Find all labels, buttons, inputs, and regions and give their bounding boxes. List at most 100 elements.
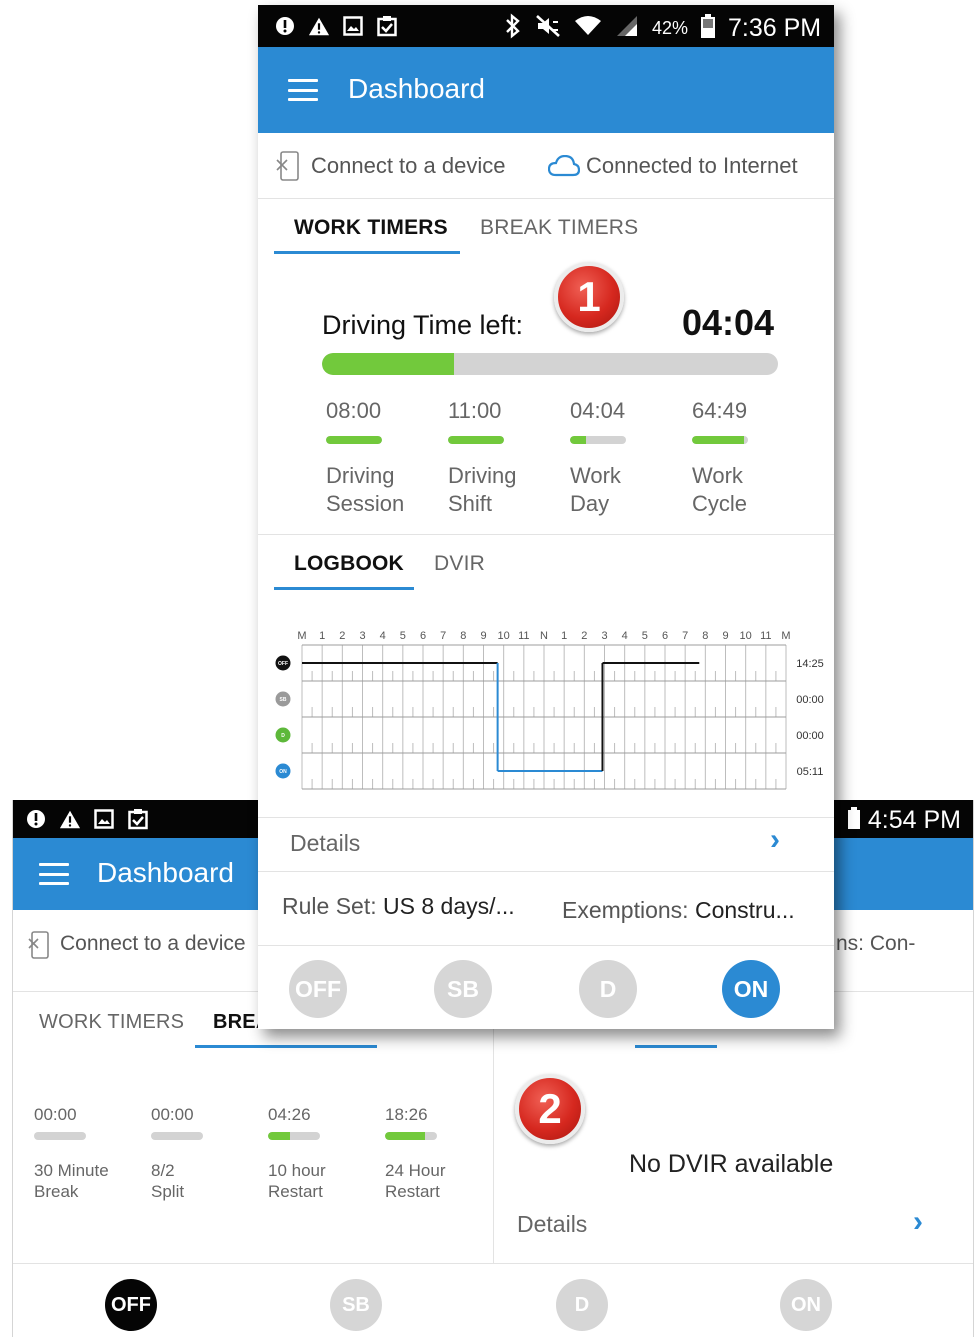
timer-label-line2: Break (34, 1182, 79, 1202)
hour-label: 9 (480, 630, 486, 642)
battery-icon (701, 14, 716, 43)
row-total: 14:25 (796, 658, 824, 670)
logbook-chart: M 1 2 3 4 5 6 7 8 9 10 11 N 1 2 3 4 5 6 7 8 9 10 11 M OFF 14:25 SB 0… (275, 630, 824, 790)
timer-progress-fill (692, 436, 745, 444)
tab-logbook[interactable]: LOGBOOK (294, 552, 404, 576)
back-app-title: Dashboard (97, 857, 234, 888)
front-dashboard-screen: 42% 7:36 PM Dashboard Connect to a devic… (258, 5, 834, 1029)
back-dvir-details-link[interactable]: Details (517, 1211, 587, 1238)
front-status-d-button[interactable]: D (579, 960, 637, 1018)
menu-icon[interactable] (288, 79, 318, 101)
timer-progress-bar (326, 436, 382, 444)
front-status-time: 7:36 PM (728, 14, 822, 42)
exemptions: Exemptions: Constru... (562, 897, 795, 924)
break-timer-2: 04:26 10 hour Restart (268, 1105, 326, 1201)
device-disconnected-icon (28, 930, 50, 965)
timer-progress-bar (570, 436, 626, 444)
hour-label: 7 (440, 630, 446, 642)
timer-progress-bar (34, 1132, 86, 1140)
hour-label: 4 (622, 630, 628, 642)
front-status-sb-button[interactable]: SB (434, 960, 492, 1018)
hour-label: 3 (601, 630, 607, 642)
divider (258, 871, 834, 872)
back-tab-underline (195, 1045, 377, 1048)
timer-label: Driving Shift (448, 462, 516, 517)
back-dvir-pane: 2 No DVIR available Details › (495, 993, 973, 1263)
front-status-off-button[interactable]: OFF (289, 960, 347, 1018)
hour-label: N (540, 630, 548, 642)
timer-progress-fill (448, 436, 504, 444)
wifi-icon (574, 15, 602, 42)
hour-label: 3 (359, 630, 365, 642)
back-status-off-button[interactable]: OFF (105, 1279, 157, 1331)
hour-label: M (781, 630, 790, 642)
mute-icon (535, 14, 561, 43)
timer-label: 30 Minute Break (34, 1160, 109, 1203)
connect-device-link[interactable]: Connect to a device (311, 153, 505, 179)
timer-label: Work Day (570, 462, 621, 517)
timer-value: 08:00 (326, 398, 382, 423)
timer-progress-fill (326, 436, 382, 444)
timer-tab-underline (274, 251, 460, 254)
hour-label: 6 (662, 630, 668, 642)
timer-progress-fill (570, 436, 587, 444)
timer-label: Driving Session (326, 462, 404, 517)
timer-progress-bar (268, 1132, 320, 1140)
image-icon (342, 15, 364, 37)
timer-progress-bar (692, 436, 748, 444)
timer-value: 00:00 (34, 1105, 77, 1124)
timer-value: 04:04 (570, 398, 626, 423)
logbook-details-link[interactable]: Details (290, 830, 360, 857)
timer-label: 10 hour Restart (268, 1160, 326, 1203)
work-timer-2: 04:04 Work Day (570, 398, 626, 516)
clipboard-icon (376, 15, 398, 37)
image-icon (93, 808, 115, 830)
hour-label: 7 (682, 630, 688, 642)
timer-label-line2: Day (570, 490, 610, 516)
composite-screenshot: 4:54 PM Dashboard Connect to a device ns… (0, 0, 976, 1337)
front-battery-percent: 42% (652, 18, 689, 38)
hour-label: 10 (498, 630, 510, 642)
work-timer-1: 11:00 Driving Shift (448, 398, 516, 516)
timer-progress-bar (448, 436, 504, 444)
work-timer-0: 08:00 Driving Session (326, 398, 404, 516)
rule-set: Rule Set: US 8 days/... (282, 893, 515, 920)
timer-value: 00:00 (151, 1105, 194, 1124)
back-connect-device-link[interactable]: Connect to a device (60, 932, 246, 956)
hour-label: 5 (400, 630, 406, 642)
hour-label: 4 (380, 630, 386, 642)
timer-label-line1: 10 hour (268, 1161, 326, 1180)
warning-icon (308, 15, 330, 37)
back-duty-status-bar: OFF SB D ON (13, 1263, 973, 1337)
hour-label: 11 (760, 630, 771, 642)
hour-label: 9 (722, 630, 728, 642)
chevron-right-icon[interactable]: › (770, 823, 780, 857)
timer-label-line1: Work (692, 463, 743, 488)
chevron-right-icon[interactable]: › (913, 1205, 923, 1239)
menu-icon[interactable] (39, 863, 69, 885)
driving-time-value: 04:04 (682, 302, 775, 343)
front-status-on-button[interactable]: ON (722, 960, 780, 1018)
status-dot-label: ON (279, 769, 287, 775)
back-tab-work-timers[interactable]: WORK TIMERS (39, 1011, 184, 1034)
back-status-d-button[interactable]: D (556, 1279, 608, 1331)
battery-icon (847, 807, 860, 834)
timer-label-line1: 30 Minute (34, 1161, 109, 1180)
callout-badge-1: 1 (554, 262, 624, 332)
rule-set-value: US 8 days/... (383, 893, 515, 919)
timer-label: Work Cycle (692, 462, 747, 517)
alert-circle-icon (274, 15, 296, 37)
exemptions-label: Exemptions: (562, 897, 689, 923)
divider (258, 198, 834, 199)
timer-label-line2: Split (151, 1182, 185, 1202)
tab-break-timers[interactable]: BREAK TIMERS (480, 216, 638, 240)
timer-value: 18:26 (385, 1105, 428, 1124)
back-dvir-tab-underline (635, 1045, 717, 1048)
tab-work-timers[interactable]: WORK TIMERS (294, 216, 448, 240)
tab-dvir[interactable]: DVIR (434, 552, 485, 576)
timer-label-line2: Restart (268, 1182, 323, 1202)
front-app-title: Dashboard (348, 73, 485, 104)
back-status-on-button[interactable]: ON (780, 1279, 832, 1331)
back-status-sb-button[interactable]: SB (330, 1279, 382, 1331)
timer-label-line1: 8/2 (151, 1161, 175, 1180)
